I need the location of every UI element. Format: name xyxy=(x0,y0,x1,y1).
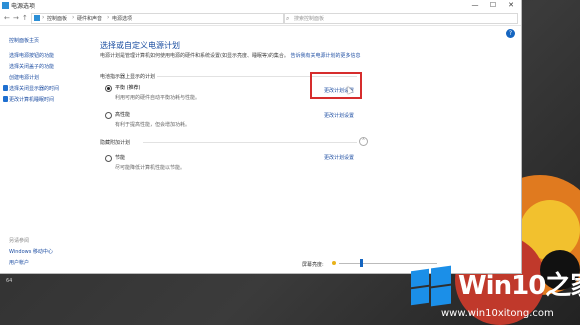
plan-radio-high-performance[interactable] xyxy=(105,112,112,119)
see-also-heading: 另请参阅 xyxy=(9,238,30,244)
divider xyxy=(143,142,357,143)
sidebar-item-display-off[interactable]: 选择关闭显示器的时间 xyxy=(9,85,59,92)
power-plan-info-link[interactable]: 告诉我有关电源计划的更多信息 xyxy=(291,53,361,59)
group-title: 电池指示器上显示的计划 xyxy=(100,74,156,80)
sidebar-item-power-button[interactable]: 选择电源按钮的功能 xyxy=(9,52,54,59)
watermark-logo: Win10之家 www.win10xitong.com xyxy=(411,262,580,322)
watermark-brand: Win10之家 xyxy=(458,265,580,302)
control-panel-icon xyxy=(34,15,40,21)
sidebar: 控制面板主页 选择电源按钮的功能 选择关闭盖子的功能 创建电源计划 选择关闭显示… xyxy=(0,26,90,273)
plan-name-power-saver[interactable]: 节能 xyxy=(115,154,125,161)
desktop-label: 64 xyxy=(6,278,13,284)
plan-name-high-performance[interactable]: 高性能 xyxy=(115,111,130,118)
power-options-icon xyxy=(2,2,9,9)
sidebar-item-mobility-center[interactable]: Windows 移动中心 xyxy=(9,248,53,255)
page-description: 电源计划是管理计算机如何使用电源的硬件和系统设置(如显示亮度、睡眠等)的集合。 … xyxy=(100,53,370,60)
page-title: 选择或自定义电源计划 xyxy=(100,41,180,50)
search-input[interactable]: ⌕ 搜索控制面板 xyxy=(283,13,518,24)
watermark-url: www.win10xitong.com xyxy=(441,308,554,319)
highlight-box xyxy=(310,72,362,99)
plan-desc-high-performance: 有利于提高性能，但会增加功耗。 xyxy=(115,122,191,128)
breadcrumb-hardware-sound[interactable]: 硬件和声音 xyxy=(77,15,102,22)
display-icon xyxy=(3,85,8,91)
close-button[interactable]: ✕ xyxy=(502,0,520,11)
plan-name-balanced[interactable]: 平衡 (推荐) xyxy=(115,84,141,91)
watermark-brand-en: Win10 xyxy=(458,271,546,301)
watermark-brand-cn: 之家 xyxy=(545,271,580,301)
breadcrumb-control-panel[interactable]: 控制面板 xyxy=(47,15,67,22)
plan-radio-power-saver[interactable] xyxy=(105,155,112,162)
plan-radio-balanced[interactable] xyxy=(105,85,112,92)
maximize-button[interactable]: ☐ xyxy=(484,0,502,11)
breadcrumb-power-options[interactable]: 电源选项 xyxy=(112,15,132,22)
main-content: ? 选择或自定义电源计划 电源计划是管理计算机如何使用电源的硬件和系统设置(如显… xyxy=(95,26,520,273)
collapse-toggle-icon[interactable]: ⌃ xyxy=(359,137,368,146)
change-plan-settings-high-performance[interactable]: 更改计划设置 xyxy=(324,112,354,119)
power-options-window: 电源选项 — ☐ ✕ ← → ↑ › 控制面板 › 硬件和声音 › 电源选项 ⌕… xyxy=(0,0,522,274)
back-arrow-icon[interactable]: ← xyxy=(4,14,10,22)
help-icon[interactable]: ? xyxy=(506,29,515,38)
brightness-slider-thumb[interactable] xyxy=(360,259,363,267)
breadcrumb[interactable]: › 控制面板 › 硬件和声音 › 电源选项 xyxy=(31,13,285,24)
minimize-button[interactable]: — xyxy=(466,0,484,11)
breadcrumb-separator: › xyxy=(107,14,110,21)
plan-desc-power-saver: 尽可能降低计算机性能以节能。 xyxy=(115,165,186,171)
sidebar-item-home[interactable]: 控制面板主页 xyxy=(9,37,39,44)
sidebar-item-lid[interactable]: 选择关闭盖子的功能 xyxy=(9,63,54,70)
sun-icon xyxy=(332,261,336,265)
up-arrow-icon[interactable]: ↑ xyxy=(22,14,28,22)
search-icon: ⌕ xyxy=(286,15,290,22)
description-text: 电源计划是管理计算机如何使用电源的硬件和系统设置(如显示亮度、睡眠等)的集合。 xyxy=(100,53,289,59)
plan-desc-balanced: 利用可用的硬件自动平衡功耗与性能。 xyxy=(115,95,201,101)
sidebar-item-create-plan[interactable]: 创建电源计划 xyxy=(9,74,39,81)
sidebar-item-sleep[interactable]: 更改计算机睡眠时间 xyxy=(9,96,54,103)
title-bar[interactable]: 电源选项 — ☐ ✕ xyxy=(0,0,521,11)
breadcrumb-separator: › xyxy=(72,14,75,21)
search-placeholder: 搜索控制面板 xyxy=(294,16,325,22)
window-title: 电源选项 xyxy=(11,3,36,10)
change-plan-settings-power-saver[interactable]: 更改计划设置 xyxy=(324,154,354,161)
forward-arrow-icon[interactable]: → xyxy=(13,14,19,22)
brightness-label: 屏幕亮度: xyxy=(302,262,324,268)
hidden-plans-title: 隐藏附加计划 xyxy=(100,140,131,146)
windows-logo-icon xyxy=(411,265,451,307)
sleep-icon xyxy=(3,96,8,102)
breadcrumb-separator: › xyxy=(42,14,45,21)
address-bar: ← → ↑ › 控制面板 › 硬件和声音 › 电源选项 ⌕ 搜索控制面板 xyxy=(0,11,521,26)
sidebar-item-user-accounts[interactable]: 用户帐户 xyxy=(9,259,29,266)
